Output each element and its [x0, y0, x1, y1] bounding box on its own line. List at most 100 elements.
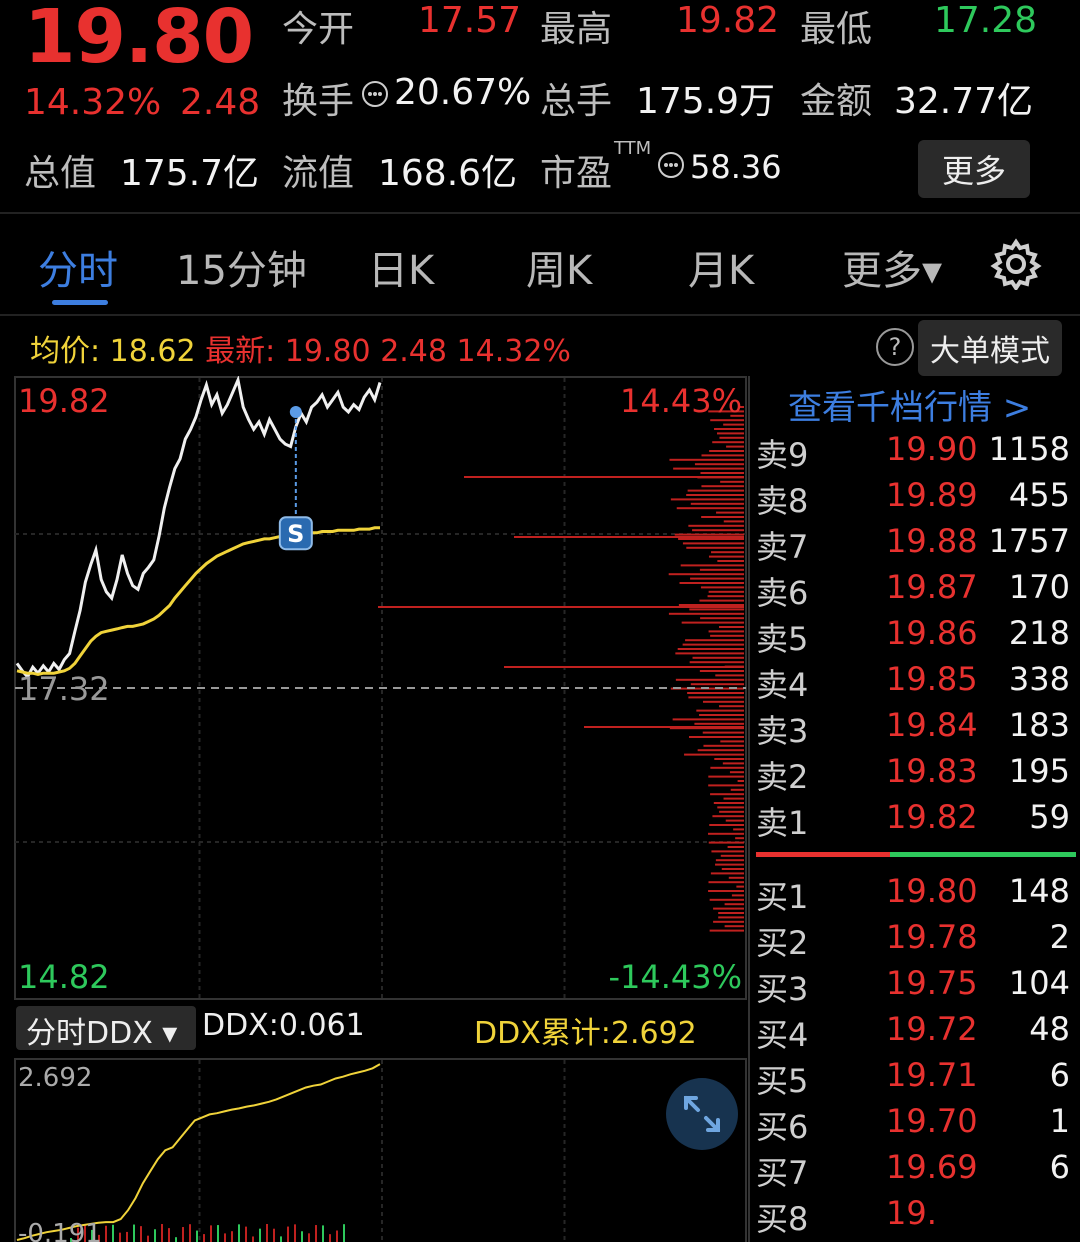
price-volume-bar	[708, 775, 744, 778]
order-book-row[interactable]: 买2 19.78 2	[756, 918, 1076, 964]
order-book-row[interactable]: 买4 19.72 48	[756, 1010, 1076, 1056]
order-book-row[interactable]: 卖6 19.87 170	[756, 568, 1076, 614]
expand-chart-button[interactable]	[666, 1078, 738, 1150]
level-volume: 1757	[988, 522, 1070, 560]
order-book-row[interactable]: 卖2 19.83 195	[756, 752, 1076, 798]
price-volume-bar	[688, 524, 744, 527]
price-volume-bar	[708, 784, 744, 787]
price-volume-bar	[672, 718, 744, 721]
order-book-row[interactable]: 买7 19.69 6	[756, 1148, 1076, 1194]
ddx-bar	[308, 1233, 310, 1242]
order-book-row[interactable]: 卖7 19.88 1757	[756, 522, 1076, 568]
price-volume-bar	[708, 630, 744, 633]
settings-gear-icon[interactable]	[990, 238, 1042, 294]
price-volume-bar	[719, 626, 744, 628]
indicator-selector-label[interactable]: 分时DDX ▾	[26, 1008, 177, 1052]
price-volume-bar	[703, 744, 744, 747]
price-volume-bar	[670, 498, 744, 501]
info-bar: 均价: 18.62 最新: 19.80 2.48 14.32%	[30, 326, 571, 370]
ddx-bar	[315, 1225, 317, 1242]
tab-daily-k[interactable]: 日K	[368, 238, 434, 296]
order-book-row[interactable]: 卖9 19.90 1158	[756, 430, 1076, 476]
order-book-row[interactable]: 买5 19.71 6	[756, 1056, 1076, 1102]
tab-more[interactable]: 更多▾	[842, 238, 942, 296]
price-volume-bar	[708, 832, 744, 835]
y-max-label: 19.82	[18, 382, 110, 420]
ddx-bar	[322, 1225, 324, 1242]
ddx-bar	[336, 1230, 338, 1242]
low-label: 最低	[800, 9, 873, 50]
info-icon[interactable]	[360, 72, 390, 113]
price-volume-bar	[702, 731, 744, 734]
price-volume-bar	[701, 485, 744, 488]
divider	[0, 314, 1080, 316]
tab-monthly-k[interactable]: 月K	[688, 238, 754, 296]
price-volume-bar	[678, 538, 744, 540]
order-book-row[interactable]: 买1 19.80 148	[756, 872, 1076, 918]
tab-weekly-k[interactable]: 周K	[526, 238, 592, 296]
volume-value: 175.9万	[636, 81, 776, 122]
level-label: 买1	[756, 878, 809, 916]
order-book-row[interactable]: 卖8 19.89 455	[756, 476, 1076, 522]
help-icon[interactable]: ?	[876, 328, 914, 366]
order-book-row[interactable]: 卖5 19.86 218	[756, 614, 1076, 660]
price-volume-bar	[709, 929, 744, 932]
change-percent: 14.32%	[24, 82, 162, 123]
price-volume-bar	[718, 916, 744, 919]
price-volume-bar	[727, 846, 744, 848]
price-volume-bar	[713, 802, 744, 804]
tab-intraday[interactable]: 分时	[38, 238, 118, 296]
price-volume-bar	[736, 885, 744, 888]
ddx-bar	[189, 1224, 191, 1242]
price-volume-bar	[724, 903, 744, 906]
price-volume-bar	[699, 670, 744, 672]
price-volume-bar	[692, 656, 744, 659]
ddx-y-max-label: 2.692	[18, 1063, 92, 1093]
level-volume: 170	[1008, 568, 1070, 606]
order-book-row[interactable]: 卖4 19.85 338	[756, 660, 1076, 706]
level-label: 买6	[756, 1108, 809, 1146]
order-book-row[interactable]: 买8 19.	[756, 1194, 1076, 1240]
ddx-bar	[119, 1232, 121, 1242]
open-label: 今开	[282, 9, 355, 50]
order-book-row[interactable]: 卖1 19.82 59	[756, 798, 1076, 844]
float-value: 168.6亿	[378, 153, 518, 194]
large-order-mode-button[interactable]: 大单模式	[918, 320, 1062, 376]
price-volume-bar	[702, 700, 744, 703]
order-book-row[interactable]: 卖3 19.84 183	[756, 706, 1076, 752]
order-book-row[interactable]: 买3 19.75 104	[756, 964, 1076, 1010]
price-line	[15, 376, 382, 680]
latest-value: 19.80	[284, 334, 371, 369]
price-volume-bar	[708, 555, 744, 558]
tab-15min[interactable]: 15分钟	[176, 238, 307, 296]
price-volume-bar	[668, 612, 744, 615]
price-volume-bar	[719, 436, 744, 439]
open-value: 17.57	[418, 0, 522, 41]
pe-info-icon[interactable]	[656, 150, 686, 184]
level-volume: 1158	[988, 430, 1070, 468]
price-volume-bar	[686, 494, 744, 496]
level-volume: 218	[1008, 614, 1070, 652]
avg-value: 18.62	[109, 334, 196, 369]
price-volume-bar	[721, 868, 744, 870]
view-depth-link[interactable]: 查看千档行情 >	[788, 380, 1031, 429]
level-price: 19.88	[886, 522, 978, 560]
price-volume-bar	[717, 432, 744, 435]
level-volume: 48	[1029, 1010, 1070, 1048]
price-volume-bar	[504, 666, 744, 668]
price-volume-bar	[701, 516, 744, 518]
price-volume-bar	[669, 458, 744, 461]
more-button[interactable]: 更多	[918, 140, 1031, 198]
pe-value: 58.36	[690, 148, 782, 186]
book-divider	[748, 376, 750, 1242]
price-volume-bar	[723, 797, 744, 800]
price-volume-bar	[378, 606, 744, 608]
order-book-row[interactable]: 买6 19.70 1	[756, 1102, 1076, 1148]
level-volume: 195	[1008, 752, 1070, 790]
price-volume-bar	[684, 753, 744, 756]
price-volume-bar	[699, 599, 744, 602]
price-volume-bar	[675, 678, 744, 681]
price-volume-bar	[711, 850, 744, 853]
ddx-value: DDX:0.061	[202, 1008, 365, 1043]
pe-ttm-sup: TTM	[614, 138, 652, 159]
